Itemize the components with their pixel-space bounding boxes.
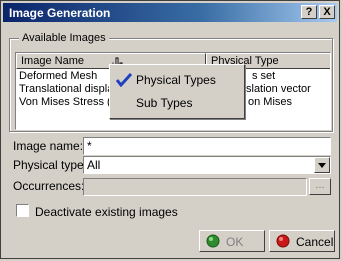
list-item[interactable]: Von Mises Stress (n bbox=[19, 96, 117, 109]
list-item[interactable]: Translational displa bbox=[19, 83, 113, 96]
image-name-cell: Von Mises Stress (n bbox=[19, 96, 117, 108]
list-item[interactable]: Deformed Mesh bbox=[19, 70, 97, 83]
check-mark-icon bbox=[116, 73, 132, 87]
column-header-label: Image Name bbox=[21, 55, 84, 67]
close-button[interactable]: X bbox=[319, 5, 335, 19]
cancel-icon bbox=[276, 234, 290, 248]
ok-button-label: OK bbox=[226, 235, 244, 249]
column-context-menu: Physical Types Sub Types bbox=[109, 64, 245, 119]
cancel-button-label: Cancel bbox=[296, 235, 334, 249]
help-button[interactable]: ? bbox=[301, 5, 317, 19]
image-name-cell: Deformed Mesh bbox=[19, 70, 98, 82]
deactivate-checkbox[interactable] bbox=[16, 204, 29, 217]
image-generation-dialog: Image Generation ? X Available Images Im… bbox=[0, 0, 340, 259]
physical-type-select[interactable]: All bbox=[83, 156, 331, 174]
occurrences-label: Occurrences: bbox=[13, 179, 85, 193]
image-name-label: Image name: bbox=[13, 139, 84, 153]
ok-icon bbox=[206, 234, 220, 248]
ok-button[interactable]: OK bbox=[199, 230, 265, 252]
menu-item-physical-types[interactable]: Physical Types bbox=[136, 73, 216, 87]
title-bar[interactable]: Image Generation ? X bbox=[3, 3, 337, 22]
image-name-input[interactable]: * bbox=[83, 137, 331, 155]
occurrences-input[interactable] bbox=[83, 178, 307, 196]
physical-type-cell: slation vector bbox=[246, 83, 311, 95]
physical-type-cell: on Mises bbox=[248, 96, 293, 108]
occurrences-browse-button[interactable]: ... bbox=[309, 178, 331, 195]
physical-type-cell: s set bbox=[252, 70, 276, 82]
image-name-cell: Translational displa bbox=[19, 83, 114, 95]
deactivate-label: Deactivate existing images bbox=[35, 205, 178, 219]
cancel-button[interactable]: Cancel bbox=[269, 230, 335, 252]
dropdown-arrow-button[interactable] bbox=[314, 157, 330, 173]
available-images-label: Available Images bbox=[19, 32, 109, 44]
chevron-down-icon bbox=[318, 163, 326, 168]
physical-type-value: All bbox=[87, 158, 101, 172]
window-title: Image Generation bbox=[9, 6, 111, 20]
physical-type-label: Physical type: bbox=[13, 158, 88, 172]
menu-item-sub-types[interactable]: Sub Types bbox=[136, 96, 192, 110]
